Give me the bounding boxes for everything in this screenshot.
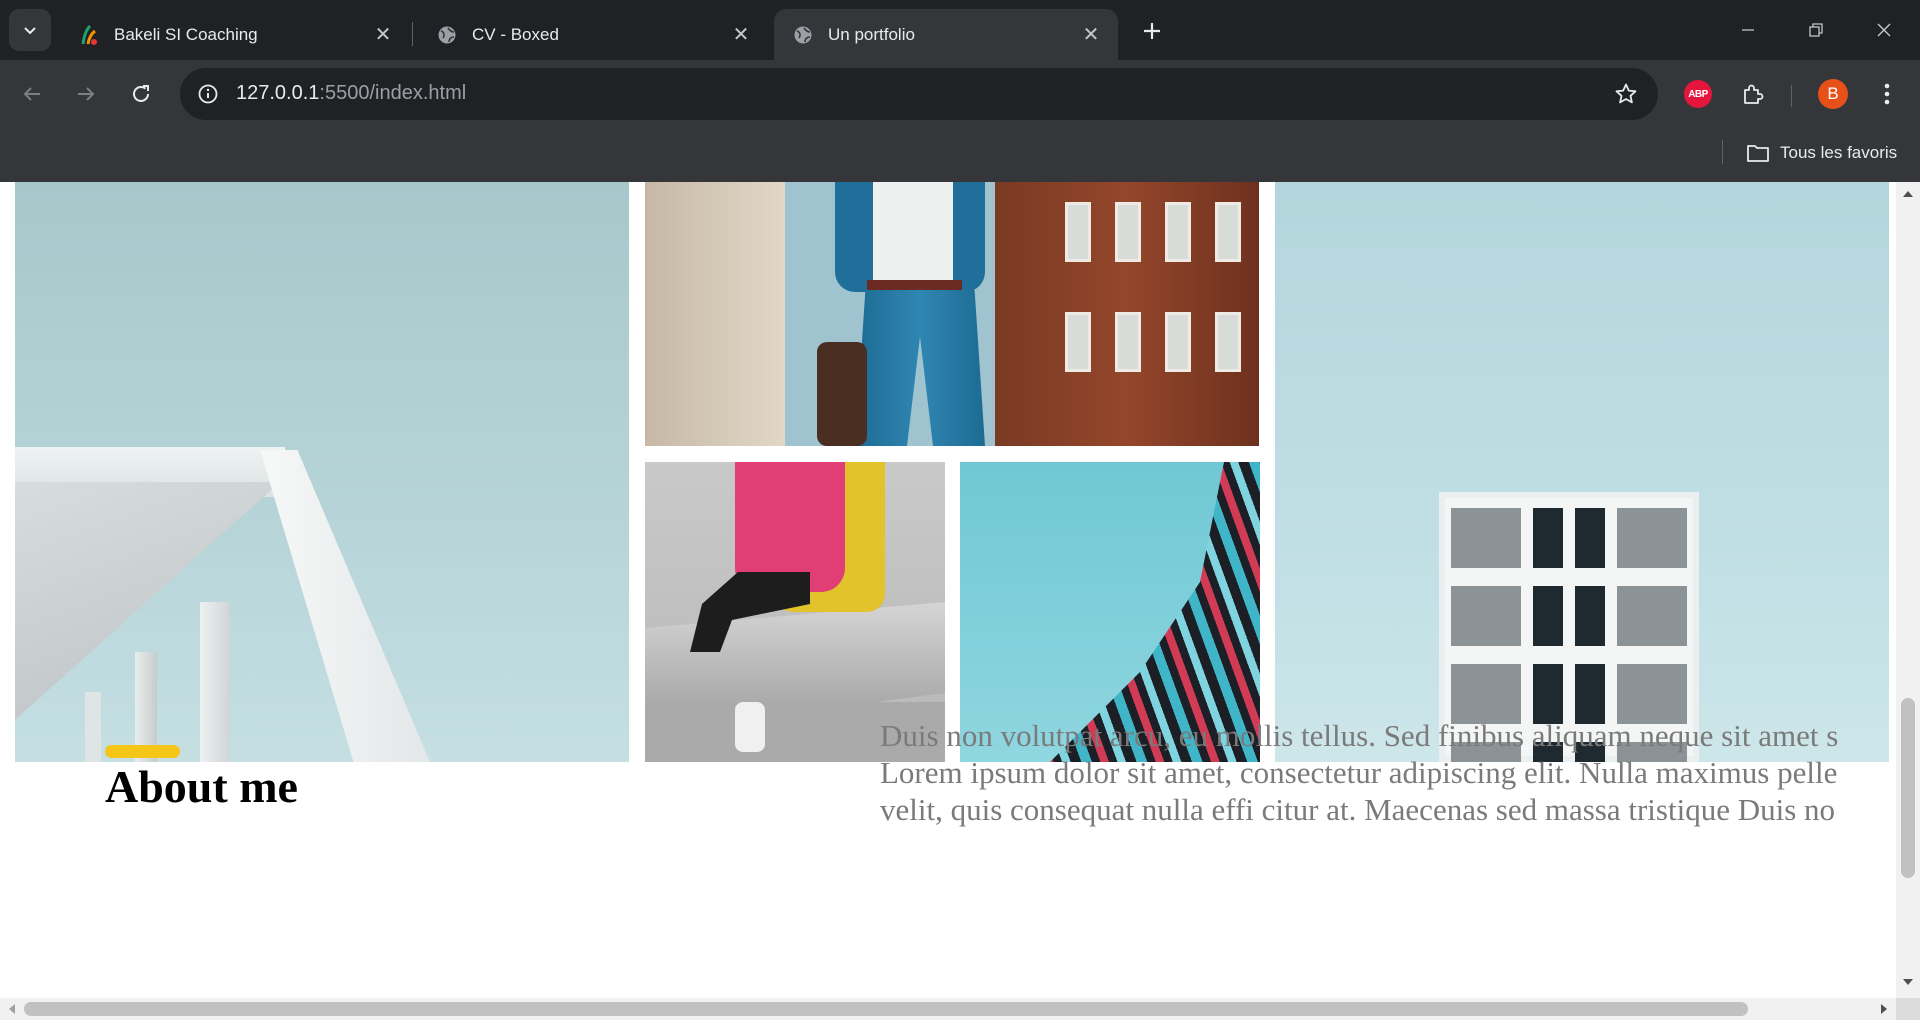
menu-button[interactable] [1868, 75, 1906, 113]
vertical-scrollbar[interactable] [1896, 182, 1920, 998]
plus-icon [1144, 23, 1160, 39]
browser-chrome: Bakeli SI Coaching ✕ CV - Boxed ✕ Un por… [0, 0, 1920, 182]
globe-icon [792, 24, 814, 46]
tab-divider [412, 22, 413, 46]
scroll-left-icon[interactable] [8, 1003, 16, 1015]
page-viewport: About me Duis non volutpat arcu, eu moll… [0, 182, 1896, 998]
close-tab-icon[interactable]: ✕ [370, 22, 396, 48]
window-shape [1115, 312, 1141, 372]
new-tab-button[interactable] [1135, 14, 1169, 48]
window-shape [1165, 202, 1191, 262]
forward-button[interactable] [66, 74, 106, 114]
puzzle-icon [1744, 84, 1764, 104]
address-bar[interactable]: 127.0.0.1:5500/index.html [180, 68, 1658, 120]
tab-bakeli[interactable]: Bakeli SI Coaching ✕ [60, 9, 410, 60]
site-info-icon[interactable] [194, 80, 222, 108]
beam-shape [260, 450, 430, 762]
extensions-button[interactable] [1734, 75, 1772, 113]
chevron-down-icon [24, 27, 36, 35]
column-shape [200, 602, 230, 762]
about-line: velit, quis consequat nulla effi citur a… [880, 792, 1836, 827]
about-accent-bar [105, 745, 180, 758]
tab-un-portfolio[interactable]: Un portfolio ✕ [774, 9, 1118, 60]
horizontal-scrollbar[interactable] [0, 998, 1896, 1020]
reload-button[interactable] [121, 74, 161, 114]
close-tab-icon[interactable]: ✕ [1078, 22, 1104, 48]
adblock-plus-extension[interactable]: ABP [1679, 75, 1717, 113]
close-window-button[interactable] [1864, 10, 1904, 50]
window-shape [1065, 202, 1091, 262]
window-shape [1215, 202, 1241, 262]
bakeli-favicon [78, 24, 100, 46]
bookmark-star-icon[interactable] [1612, 80, 1640, 108]
close-icon [1877, 23, 1891, 37]
gallery-image-man-in-blue-suit[interactable] [645, 182, 1259, 446]
about-line: Duis non volutpat arcu, eu mollis tellus… [880, 718, 1839, 753]
horizontal-scroll-thumb[interactable] [24, 1002, 1748, 1016]
tab-title: Un portfolio [828, 24, 915, 44]
url-text[interactable]: 127.0.0.1:5500/index.html [236, 82, 466, 105]
restore-icon [1809, 23, 1823, 37]
tab-title: Bakeli SI Coaching [114, 24, 258, 44]
all-bookmarks-button[interactable]: Tous les favoris [1746, 138, 1897, 168]
browser-toolbar: 127.0.0.1:5500/index.html ABP B [0, 60, 1920, 130]
window-shape [1115, 202, 1141, 262]
tab-cv-boxed[interactable]: CV - Boxed ✕ [418, 9, 768, 60]
globe-icon [436, 24, 458, 46]
url-host: 127.0.0.1 [236, 82, 320, 104]
arrow-left-icon [23, 87, 40, 101]
restore-button[interactable] [1796, 10, 1836, 50]
profile-button[interactable]: B [1814, 75, 1852, 113]
about-title: About me [105, 761, 298, 812]
tab-search-button[interactable] [9, 9, 51, 51]
bookmarks-bar: Tous les favoris [0, 130, 1920, 182]
about-line: Lorem ipsum dolor sit amet, consectetur … [880, 755, 1838, 790]
toolbar-divider [1791, 85, 1792, 107]
minimize-icon [1742, 29, 1754, 31]
window-shape [1065, 312, 1091, 372]
vertical-scroll-thumb[interactable] [1901, 698, 1915, 878]
window-shape [1165, 312, 1191, 372]
building-left-shape [645, 182, 785, 446]
scroll-right-icon[interactable] [1880, 1003, 1888, 1015]
close-tab-icon[interactable]: ✕ [728, 22, 754, 48]
window-shape [1215, 312, 1241, 372]
shoe-shape [735, 702, 765, 752]
scroll-down-icon[interactable] [1902, 978, 1914, 986]
tab-strip: Bakeli SI Coaching ✕ CV - Boxed ✕ Un por… [0, 0, 1920, 60]
column-shape [85, 692, 101, 762]
bookmarks-divider [1722, 140, 1723, 164]
bag-shape [817, 342, 867, 446]
all-bookmarks-label: Tous les favoris [1780, 143, 1898, 162]
tab-title: CV - Boxed [472, 24, 559, 44]
scrollbar-corner [1896, 998, 1920, 1020]
trousers-shape [855, 290, 985, 446]
gallery-image-white-building-windows[interactable] [1275, 182, 1889, 762]
abp-icon: ABP [1684, 80, 1712, 108]
arrow-right-icon [78, 87, 95, 101]
shirt-shape [873, 182, 953, 287]
reload-icon [133, 85, 149, 102]
url-path: :5500/index.html [319, 82, 467, 104]
minimize-button[interactable] [1728, 10, 1768, 50]
avatar: B [1818, 79, 1848, 109]
folder-icon [1747, 145, 1769, 162]
gallery-image-architecture-white-roof[interactable] [15, 182, 629, 762]
more-vertical-icon [1884, 83, 1890, 105]
back-button[interactable] [12, 74, 52, 114]
scroll-up-icon[interactable] [1902, 190, 1914, 198]
about-paragraph: Duis non volutpat arcu, eu mollis tellus… [880, 717, 1896, 828]
